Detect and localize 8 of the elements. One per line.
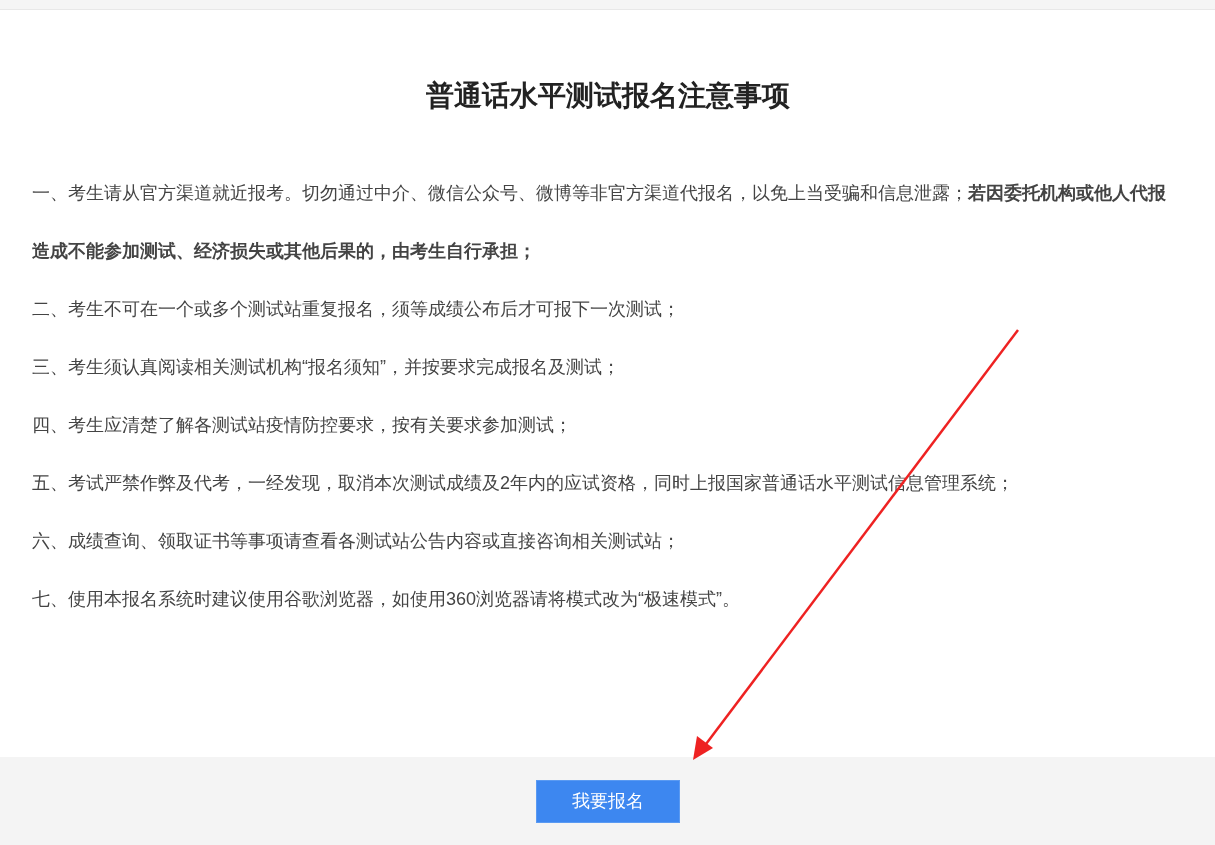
register-button[interactable]: 我要报名 xyxy=(535,780,680,823)
notice-item: 四、考生应清楚了解各测试站疫情防控要求，按有关要求参加测试； xyxy=(32,414,573,437)
notice-item: 六、成绩查询、领取证书等事项请查看各测试站公告内容或直接咨询相关测试站； xyxy=(32,530,681,553)
page-title: 普通话水平测试报名注意事项 xyxy=(424,79,791,113)
notice-item: 三、考生须认真阅读相关测试机构“报名须知”，并按要求完成报名及测试； xyxy=(32,356,621,379)
notice-item: 七、使用本报名系统时建议使用谷歌浏览器，如使用360浏览器请将模式改为“极速模式”。 xyxy=(32,588,742,611)
notice-item: 二、考生不可在一个或多个测试站重复报名，须等成绩公布后才可报下一次测试； xyxy=(32,298,681,321)
notice-item: 一、考生请从官方渠道就近报考。切勿通过中介、微信公众号、微博等非官方渠道代报名，以免上当受骗和信息泄露；若因委托机构或他人代报造成不能参加测试、经济损失或其他后果的，由考生自行承担； xyxy=(32,182,1167,263)
